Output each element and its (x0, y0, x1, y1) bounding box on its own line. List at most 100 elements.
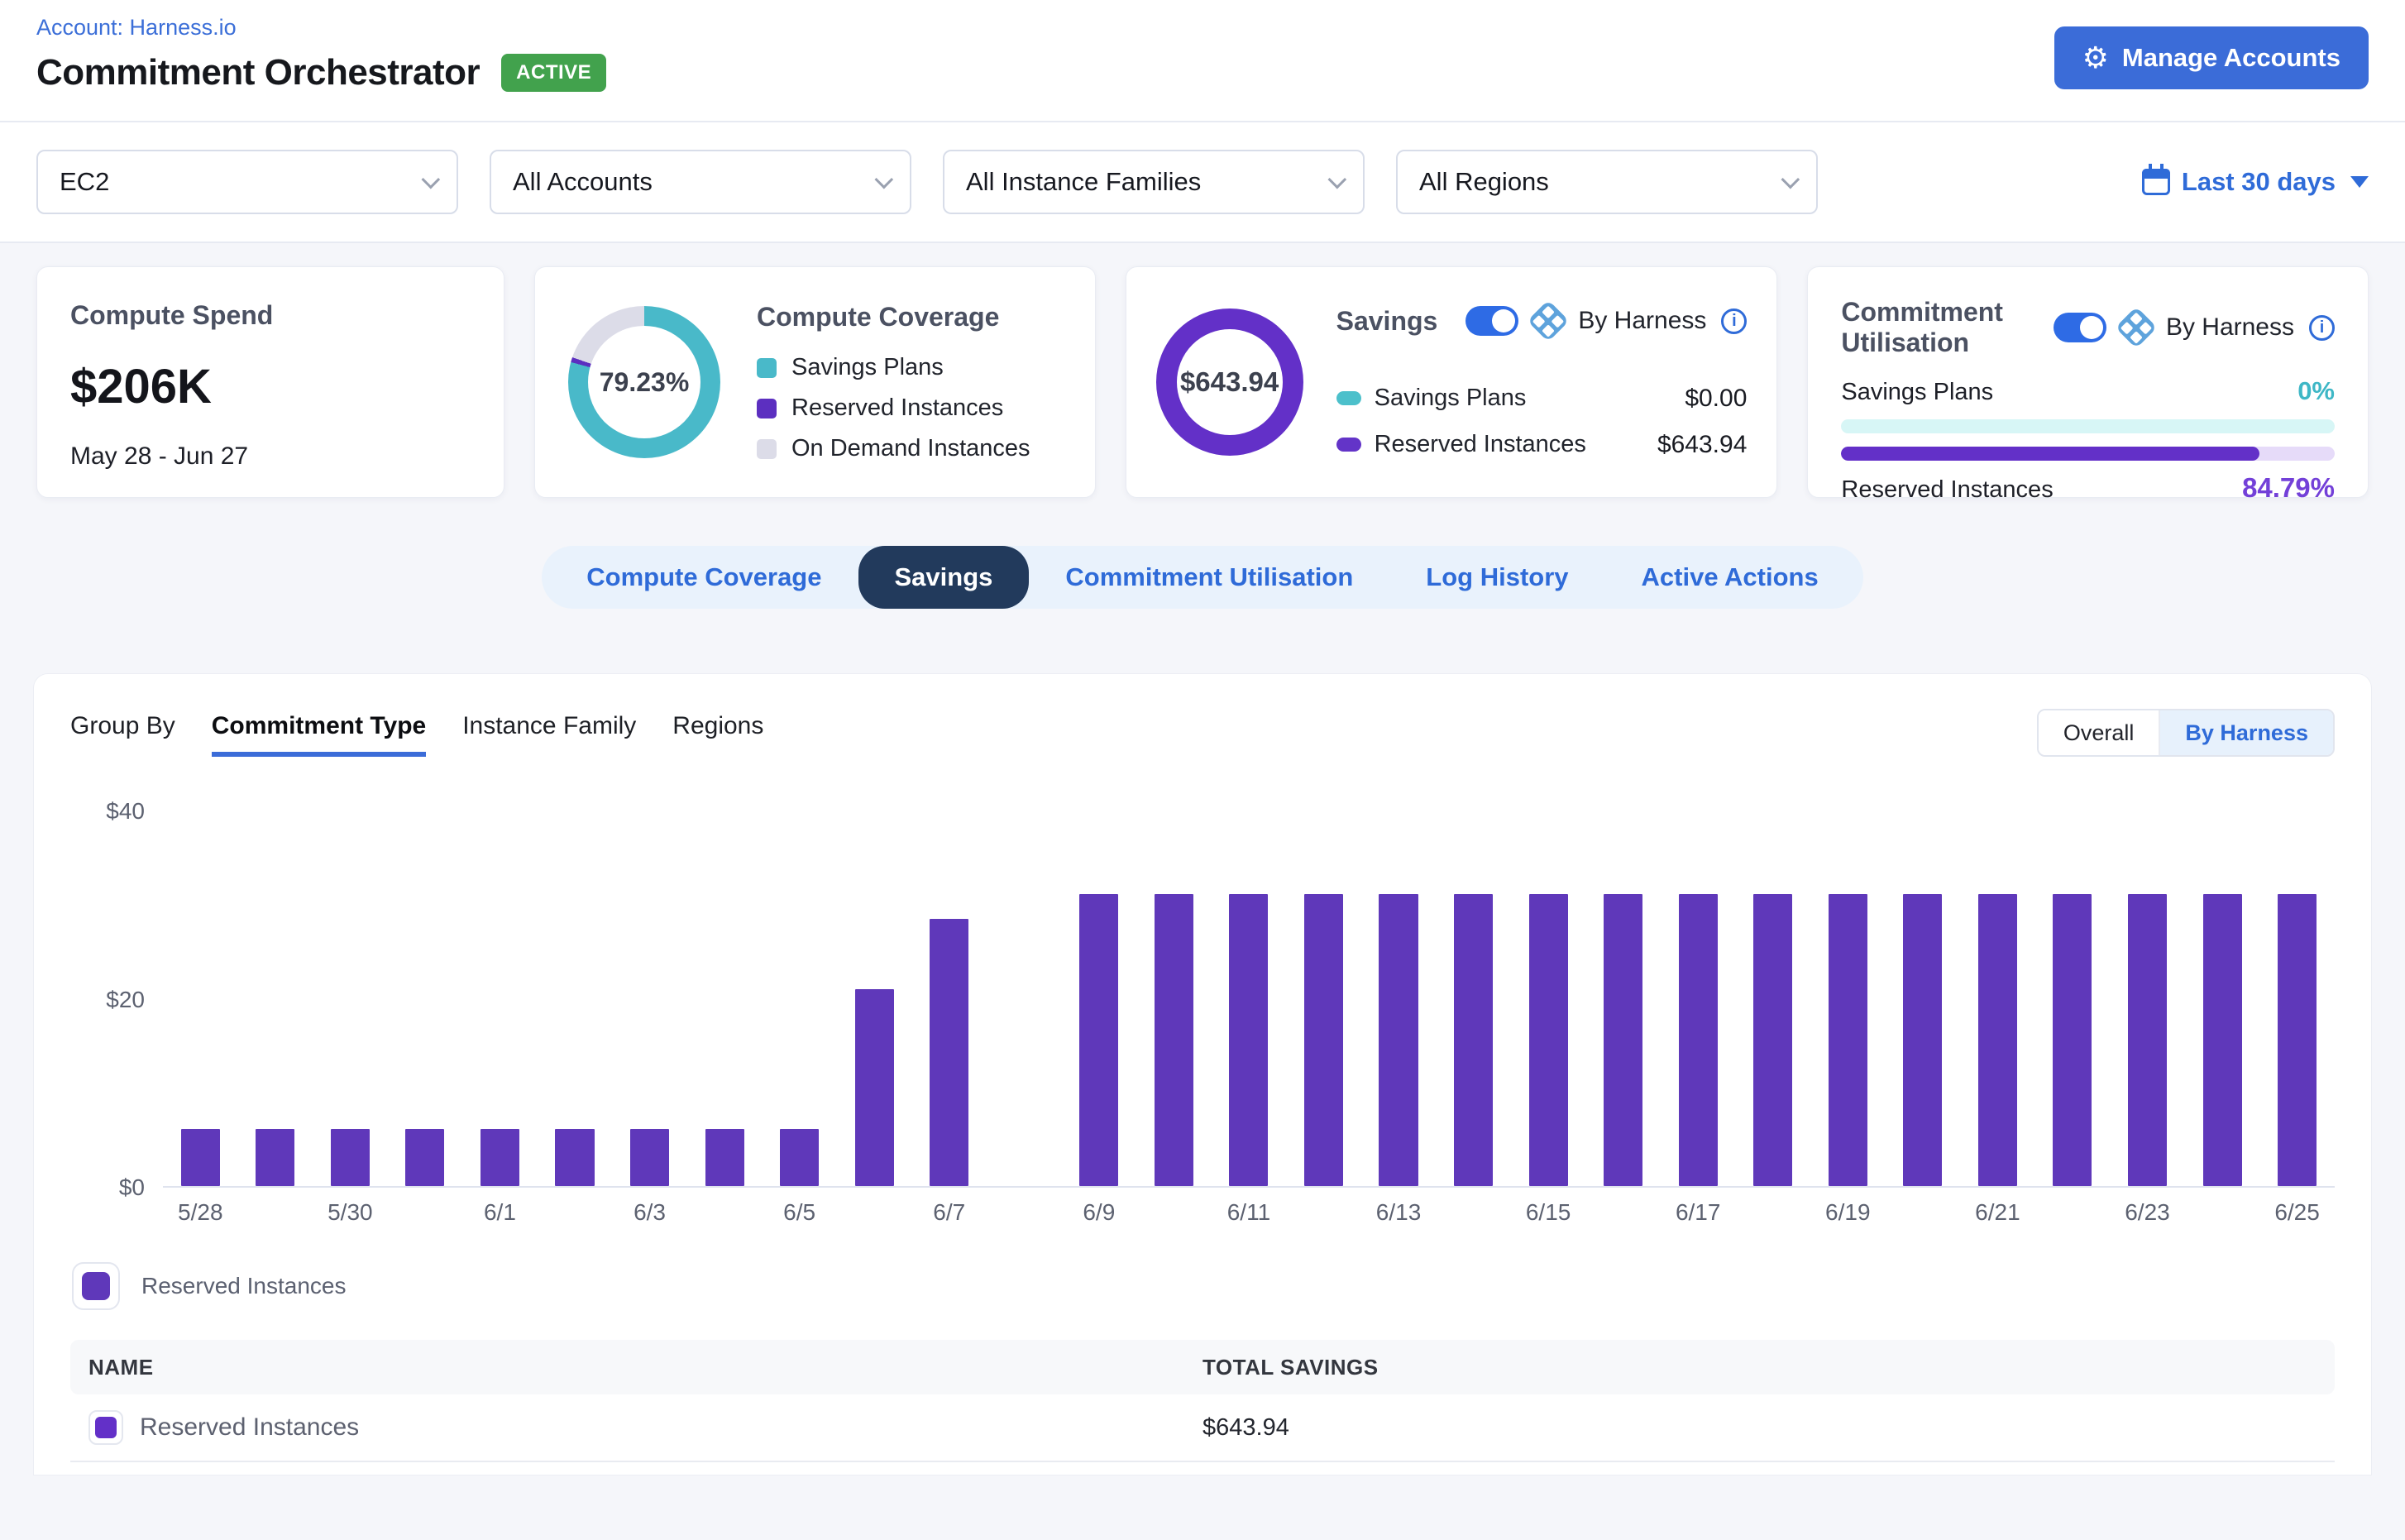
sp-utilisation-pct: 0% (2297, 376, 2335, 406)
savings-title: Savings (1336, 306, 1438, 337)
tab-active-actions[interactable]: Active Actions (1605, 546, 1855, 609)
bar-6/3 (630, 1129, 669, 1186)
bar-slot-6/2 (538, 811, 613, 1186)
filter-bar: EC2 All Accounts All Instance Families A… (0, 122, 2405, 243)
bar-slot-6/6 (837, 811, 912, 1186)
savings-row-savings-plans: Savings Plans $0.00 (1336, 385, 1748, 413)
info-icon[interactable] (2309, 315, 2335, 341)
plot-area (163, 811, 2335, 1188)
x-tick-6/20 (1886, 1199, 1961, 1226)
summary-cards: Compute Spend $206K May 28 - Jun 27 79.2… (0, 243, 2405, 498)
x-tick-6/9: 6/9 (1062, 1199, 1137, 1226)
tab-compute-coverage[interactable]: Compute Coverage (550, 546, 858, 609)
savings-by-harness-toggle[interactable] (1465, 306, 1518, 336)
x-tick-6/3: 6/3 (612, 1199, 687, 1226)
chart-legend: Reserved Instances (72, 1262, 2335, 1310)
group-by-instance-family[interactable]: Instance Family (462, 712, 636, 757)
x-tick-5/30: 5/30 (313, 1199, 388, 1226)
by-harness-label: By Harness (2166, 313, 2294, 342)
bar-5/28 (181, 1129, 220, 1186)
bar-slot-6/17 (1661, 811, 1736, 1186)
tab-commitment-utilisation[interactable]: Commitment Utilisation (1029, 546, 1389, 609)
bar-6/18 (1753, 894, 1792, 1186)
x-tick-6/1: 6/1 (462, 1199, 538, 1226)
sp-utilisation-label: Savings Plans (1841, 379, 1993, 406)
ri-utilisation-label: Reserved Instances (1841, 476, 2053, 504)
info-icon[interactable] (1721, 308, 1747, 334)
chevron-down-icon (1781, 170, 1800, 189)
group-by-label: Group By (70, 712, 175, 757)
instance-families-select[interactable]: All Instance Families (943, 150, 1365, 214)
x-tick-6/6 (837, 1199, 912, 1226)
reserved-instances-swatch (757, 399, 777, 418)
savings-card: $643.94 Savings By Harness Savings Plans… (1126, 266, 1778, 498)
x-tick-6/19: 6/19 (1810, 1199, 1886, 1226)
view-by-harness-button[interactable]: By Harness (2160, 710, 2333, 755)
x-tick-6/7: 6/7 (911, 1199, 987, 1226)
bar-slot-6/21 (1960, 811, 2035, 1186)
caret-down-icon (2350, 176, 2369, 188)
x-tick-6/8 (987, 1199, 1062, 1226)
savings-plans-swatch (1336, 391, 1361, 405)
group-by-regions[interactable]: Regions (672, 712, 763, 757)
commitment-utilisation-card: Commitment Utilisation By Harness Saving… (1807, 266, 2369, 498)
bar-6/19 (1829, 894, 1867, 1186)
savings-panel: Group By Commitment Type Instance Family… (33, 673, 2372, 1475)
bar-slot-6/14 (1436, 811, 1511, 1186)
bar-6/25 (2278, 894, 2317, 1186)
x-tick-6/21: 6/21 (1960, 1199, 2035, 1226)
bar-slot-6/23 (2110, 811, 2185, 1186)
tab-savings[interactable]: Savings (858, 546, 1030, 609)
bar-slot-5/31 (388, 811, 463, 1186)
bar-6/20 (1903, 894, 1942, 1186)
savings-row-reserved-instances: Reserved Instances $643.94 (1336, 431, 1748, 459)
x-tick-6/17: 6/17 (1661, 1199, 1736, 1226)
page-header: Account: Harness.io Commitment Orchestra… (0, 0, 2405, 122)
on-demand-swatch (757, 439, 777, 459)
bar-slot-6/24 (2185, 811, 2260, 1186)
tab-log-history[interactable]: Log History (1389, 546, 1604, 609)
view-overall-button[interactable]: Overall (2039, 710, 2161, 755)
reserved-instances-swatch (1336, 438, 1361, 452)
savings-bar-chart: $40 $20 $0 (70, 811, 2335, 1188)
bar-6/11 (1229, 894, 1268, 1186)
manage-accounts-button[interactable]: ⚙ Manage Accounts (2054, 26, 2369, 89)
date-range-picker[interactable]: Last 30 days (2142, 167, 2369, 197)
chevron-down-icon (422, 170, 441, 189)
x-tick-6/12 (1286, 1199, 1361, 1226)
bar-6/16 (1604, 894, 1642, 1186)
x-tick-6/24 (2185, 1199, 2260, 1226)
bar-slot-6/5 (762, 811, 837, 1186)
reserved-instances-swatch (95, 1417, 117, 1438)
row-swatch-box (88, 1410, 123, 1445)
x-tick-5/31 (388, 1199, 463, 1226)
col-name: NAME (70, 1355, 1202, 1380)
section-tabs: Compute Coverage Savings Commitment Util… (542, 546, 1862, 609)
bar-slot-6/7 (911, 811, 987, 1186)
account-link[interactable]: Account: Harness.io (36, 15, 237, 40)
bar-slot-6/22 (2035, 811, 2111, 1186)
y-tick-40: $40 (106, 798, 145, 825)
x-tick-6/2 (538, 1199, 613, 1226)
group-by-commitment-type[interactable]: Commitment Type (212, 712, 426, 757)
group-by-row: Group By Commitment Type Instance Family… (70, 709, 2335, 757)
table-row[interactable]: Reserved Instances $643.94 (70, 1394, 2335, 1462)
reserved-instances-legend-checkbox[interactable] (72, 1262, 120, 1310)
utilisation-by-harness-toggle[interactable] (2054, 313, 2106, 342)
bar-6/10 (1155, 894, 1193, 1186)
accounts-select[interactable]: All Accounts (490, 150, 911, 214)
regions-select[interactable]: All Regions (1396, 150, 1818, 214)
x-tick-6/5: 6/5 (762, 1199, 837, 1226)
row-total-savings: $643.94 (1202, 1414, 2335, 1442)
x-tick-5/29 (238, 1199, 313, 1226)
bar-6/13 (1379, 894, 1418, 1186)
legend-item-savings-plans: Savings Plans (757, 354, 1030, 381)
bar-6/21 (1978, 894, 2017, 1186)
bar-slot-6/15 (1511, 811, 1586, 1186)
status-badge: ACTIVE (501, 54, 606, 92)
service-select[interactable]: EC2 (36, 150, 458, 214)
reserved-instances-swatch (82, 1272, 110, 1300)
x-tick-6/16 (1585, 1199, 1661, 1226)
chevron-down-icon (1328, 170, 1347, 189)
x-tick-6/10 (1136, 1199, 1212, 1226)
